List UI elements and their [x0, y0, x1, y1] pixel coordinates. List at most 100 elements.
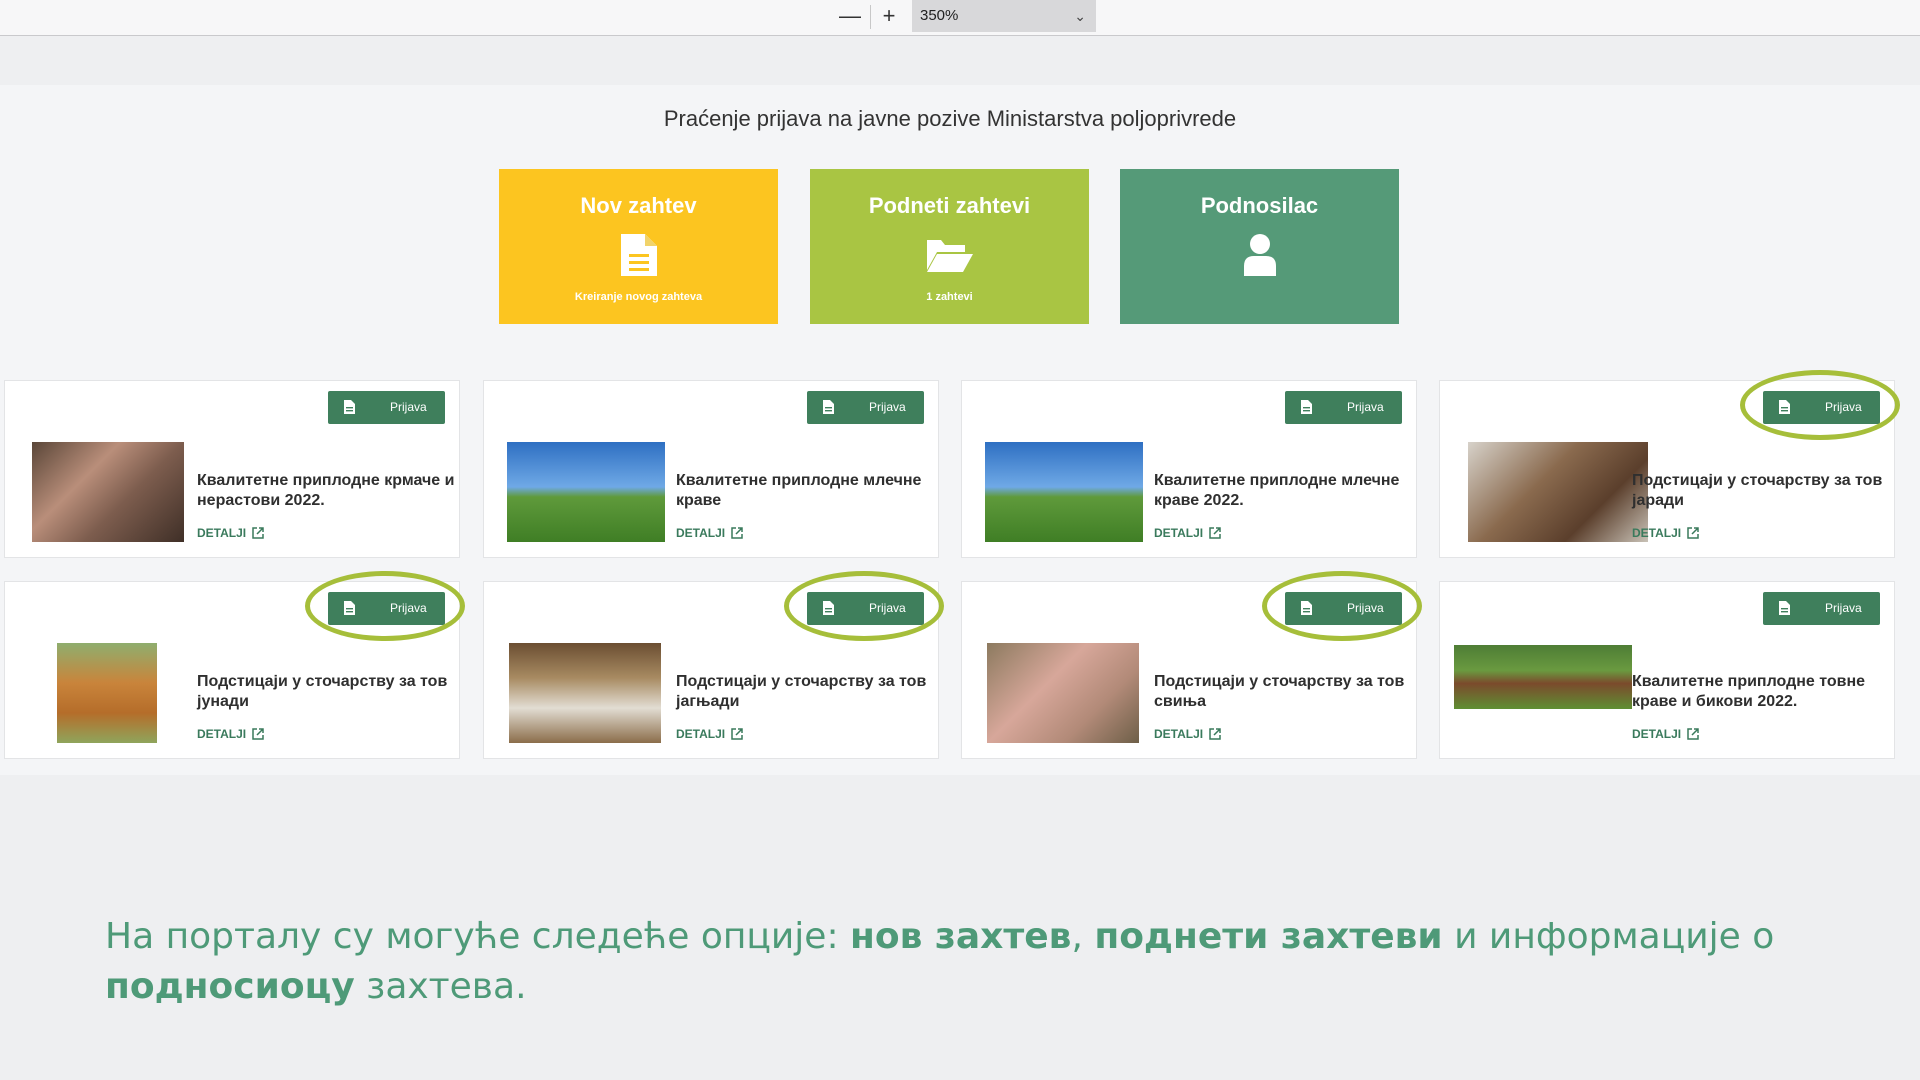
apply-button[interactable]: Prijava — [807, 391, 924, 424]
caption-emphasis: подносиоцу — [105, 966, 355, 1007]
external-link-icon — [252, 728, 264, 740]
document-icon — [1301, 400, 1312, 414]
details-link[interactable]: DETALJI — [676, 526, 743, 540]
call-title: Подстицаји у сточарству за тов свиња — [1154, 673, 1405, 710]
page-title: Praćenje prijava na javne pozive Minista… — [663, 106, 1237, 131]
caption-text: На порталу су могуће следеће опције: — [105, 916, 851, 957]
call-title: Квалитетне приплодне товне краве и биков… — [1632, 673, 1866, 710]
cattle-in-field-image — [1454, 645, 1632, 709]
zoom-toolbar: — + 350% ⌄ — [0, 0, 1920, 36]
external-link-icon — [731, 527, 743, 539]
apply-button-label: Prijava — [869, 601, 906, 615]
lambs-in-barn-image — [509, 643, 661, 743]
zoom-level-value: 350% — [920, 7, 959, 24]
document-icon — [344, 400, 355, 414]
apply-button-label: Prijava — [1825, 400, 1862, 414]
chevron-down-icon: ⌄ — [1074, 8, 1086, 24]
applicant-tile[interactable]: Podnosilac — [1120, 169, 1399, 324]
details-link-label: DETALJI — [197, 727, 247, 741]
apply-button[interactable]: Prijava — [1763, 592, 1880, 625]
apply-button[interactable]: Prijava — [1285, 592, 1402, 625]
details-link[interactable]: DETALJI — [1154, 727, 1221, 741]
details-link[interactable]: DETALJI — [676, 727, 743, 741]
details-link-label: DETALJI — [1154, 727, 1204, 741]
apply-button[interactable]: Prijava — [1763, 391, 1880, 424]
external-link-icon — [1687, 527, 1699, 539]
details-link[interactable]: DETALJI — [1154, 526, 1221, 540]
details-link[interactable]: DETALJI — [1632, 727, 1699, 741]
document-icon — [1779, 601, 1790, 615]
call-card: Prijava Квалитетне приплодне крмаче и не… — [4, 380, 460, 558]
brown-cow-image — [57, 643, 157, 743]
call-title: Квалитетне приплодне крмаче и нерастови … — [197, 472, 455, 509]
caption-emphasis: нов захтев — [850, 916, 1072, 957]
toolbar-divider — [870, 5, 871, 29]
call-title: Подстицаји у сточарству за тов јунади — [197, 673, 448, 710]
apply-button-label: Prijava — [1347, 400, 1384, 414]
tile-subtitle: Kreiranje novog zahteva — [574, 291, 703, 303]
holstein-cow-image — [507, 442, 665, 542]
external-link-icon — [731, 728, 743, 740]
call-card: Prijava Подстицаји у сточарству за тов ј… — [1439, 380, 1895, 558]
document-icon — [1779, 400, 1790, 414]
document-icon — [823, 601, 834, 615]
apply-button-label: Prijava — [1347, 601, 1384, 615]
tutorial-caption: На порталу су могуће следеће опције: нов… — [105, 912, 1805, 1012]
details-link-label: DETALJI — [1154, 526, 1204, 540]
details-link-label: DETALJI — [676, 526, 726, 540]
call-card: Prijava Подстицаји у сточарству за тов ј… — [4, 581, 460, 759]
pigs-in-pen-image — [32, 442, 184, 542]
tile-title: Nov zahtev — [580, 193, 697, 218]
caption-text: , — [1071, 916, 1095, 957]
caption-text: захтева. — [354, 966, 527, 1007]
call-title: Подстицаји у сточарству за тов јаради — [1632, 472, 1883, 509]
zoom-level-select[interactable]: 350% ⌄ — [912, 0, 1096, 32]
apply-button-label: Prijava — [1825, 601, 1862, 615]
zoom-in-button[interactable]: + — [875, 4, 903, 30]
goats-feeding-image — [1468, 442, 1648, 542]
details-link-label: DETALJI — [197, 526, 247, 540]
call-card: Prijava Квалитетне приплодне млечне крав… — [961, 380, 1417, 558]
call-title: Квалитетне приплодне млечне краве 2022. — [1154, 472, 1400, 509]
zoom-out-button[interactable]: — — [836, 4, 864, 30]
document-icon — [1301, 601, 1312, 615]
call-card: Prijava Подстицаји у сточарству за тов ј… — [483, 581, 939, 759]
external-link-icon — [252, 527, 264, 539]
external-link-icon — [1209, 527, 1221, 539]
document-icon — [344, 601, 355, 615]
apply-button[interactable]: Prijava — [328, 391, 445, 424]
folder-open-icon — [926, 240, 973, 272]
user-icon — [1243, 234, 1276, 276]
caption-emphasis: поднети захтеви — [1094, 916, 1443, 957]
piglets-image — [987, 643, 1139, 743]
tutorial-caption-next-line — [105, 1064, 1805, 1080]
apply-button[interactable]: Prijava — [807, 592, 924, 625]
details-link[interactable]: DETALJI — [197, 526, 264, 540]
details-link[interactable]: DETALJI — [1632, 526, 1699, 540]
holstein-cow-image — [985, 442, 1143, 542]
details-link-label: DETALJI — [1632, 526, 1682, 540]
caption-text: и информације о — [1442, 916, 1775, 957]
tile-title: Podneti zahtevi — [868, 193, 1031, 218]
external-link-icon — [1687, 728, 1699, 740]
external-link-icon — [1209, 728, 1221, 740]
tile-subtitle: 1 zahtevi — [926, 291, 973, 303]
call-card: Prijava Подстицаји у сточарству за тов с… — [961, 581, 1417, 759]
apply-button-label: Prijava — [390, 400, 427, 414]
details-link-label: DETALJI — [676, 727, 726, 741]
call-card: Prijava Квалитетне приплодне товне краве… — [1439, 581, 1895, 759]
document-icon — [823, 400, 834, 414]
apply-button-label: Prijava — [390, 601, 427, 615]
call-title: Квалитетне приплодне млечне краве — [676, 472, 922, 509]
details-link[interactable]: DETALJI — [197, 727, 264, 741]
call-card: Prijava Квалитетне приплодне млечне крав… — [483, 380, 939, 558]
details-link-label: DETALJI — [1632, 727, 1682, 741]
document-icon — [620, 234, 657, 276]
apply-button[interactable]: Prijava — [328, 592, 445, 625]
new-request-tile[interactable]: Nov zahtev Kreiranje novog zahteva — [499, 169, 778, 324]
submitted-requests-tile[interactable]: Podneti zahtevi 1 zahtevi — [810, 169, 1089, 324]
tile-title: Podnosilac — [1200, 193, 1319, 218]
apply-button[interactable]: Prijava — [1285, 391, 1402, 424]
call-title: Подстицаји у сточарству за тов јагњади — [676, 673, 927, 710]
apply-button-label: Prijava — [869, 400, 906, 414]
